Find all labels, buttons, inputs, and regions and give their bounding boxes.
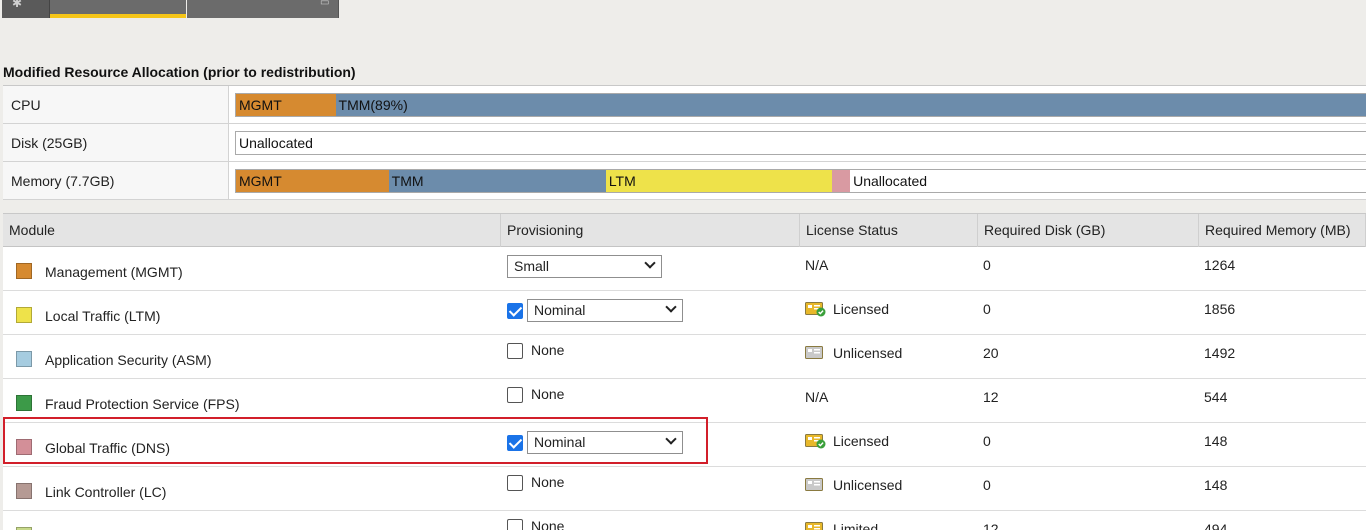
- allocation-row: Disk (25GB) Unallocated: [3, 124, 1366, 162]
- table-header: Module Provisioning License Status Required…: [3, 214, 1366, 247]
- allocation-segment-dns: [832, 170, 851, 192]
- license-text: Unlicensed: [833, 345, 903, 361]
- provisioning-select[interactable]: Nominal: [527, 431, 683, 454]
- required-disk: 0: [983, 257, 991, 273]
- column-header: License Status: [800, 214, 978, 247]
- module-name: Management (MGMT): [45, 264, 183, 280]
- allocation-bar: MGMT TMM LTM Unallocated: [235, 169, 1366, 193]
- module-name: Global Traffic (DNS): [45, 440, 170, 456]
- provision-checkbox[interactable]: [507, 435, 523, 451]
- module-color-swatch: [16, 395, 32, 411]
- allocation-segment-ltm: LTM: [605, 170, 832, 192]
- licensed-icon: [805, 301, 827, 317]
- unlicensed-icon: [805, 345, 827, 361]
- module-color-swatch: [16, 263, 32, 279]
- gear-icon: ✱: [12, 0, 23, 10]
- required-memory: 148: [1204, 433, 1228, 449]
- table-row: Global Traffic (DNS) Nominal Licensed 0 148: [3, 423, 1366, 467]
- allocation-segment-unalloc: Unallocated: [850, 170, 1366, 192]
- allocation-bar: Unallocated: [235, 131, 1366, 155]
- provisioning-select[interactable]: Small: [507, 255, 662, 278]
- required-memory: 544: [1204, 389, 1228, 405]
- table-row: Application Security (ASM) None Unlicensed…: [3, 335, 1366, 379]
- top-tab-strip: ✱ ▭: [0, 0, 340, 18]
- required-disk: 20: [983, 345, 999, 361]
- required-disk: 0: [983, 477, 991, 493]
- license-text: Unlicensed: [833, 477, 903, 493]
- module-name: Link Controller (LC): [45, 484, 167, 500]
- tab-secondary[interactable]: ▭: [187, 0, 339, 18]
- required-memory: 1264: [1204, 257, 1236, 273]
- allocation-segment-mgmt: MGMT: [236, 94, 336, 116]
- unlicensed-icon: [805, 477, 827, 493]
- module-provisioning-table: Module Provisioning License Status Required…: [3, 213, 1366, 530]
- resource-allocation-panel: CPU MGMT TMM(89%) Disk (25GB) Unallocated Mem…: [3, 85, 1366, 200]
- license-text: Licensed: [833, 301, 890, 317]
- column-header: Required Memory (MB): [1199, 214, 1366, 247]
- allocation-row: Memory (7.7GB) MGMT TMM LTM Unallocated: [3, 162, 1366, 200]
- required-memory: 1856: [1204, 301, 1236, 317]
- provisioning-value: None: [531, 518, 565, 530]
- tab-menu-icon: ▭: [320, 0, 330, 8]
- required-memory: 1492: [1204, 345, 1236, 361]
- license-text: Limited: [833, 521, 879, 530]
- licensed-icon: [805, 433, 827, 449]
- required-disk: 0: [983, 301, 991, 317]
- chevron-down-icon: [665, 433, 677, 445]
- provisioning-value: Nominal: [534, 302, 586, 318]
- table-row: Fraud Protection Service (FPS) None N/A 12 5…: [3, 379, 1366, 423]
- module-color-swatch: [16, 307, 32, 323]
- limited-icon: [805, 521, 827, 530]
- provision-checkbox[interactable]: [507, 475, 523, 491]
- provisioning-value: None: [531, 474, 565, 490]
- license-text: N/A: [805, 389, 829, 405]
- column-header: Provisioning: [501, 214, 800, 247]
- module-color-swatch: [16, 483, 32, 499]
- table-row: None Limited 12 494: [3, 511, 1366, 530]
- allocation-label: Disk (25GB): [3, 124, 229, 161]
- table-row: Local Traffic (LTM) Nominal Licensed 0 1856: [3, 291, 1366, 335]
- license-status: N/A: [805, 389, 828, 405]
- license-text: N/A: [805, 257, 829, 273]
- tab-active[interactable]: [50, 0, 186, 18]
- tab-settings[interactable]: ✱: [2, 0, 50, 18]
- allocation-segment-mgmt: MGMT: [236, 170, 389, 192]
- chevron-down-icon: [665, 301, 677, 313]
- column-header: Module: [3, 214, 501, 247]
- required-disk: 0: [983, 433, 991, 449]
- table-row: Link Controller (LC) None Unlicensed 0 148: [3, 467, 1366, 511]
- allocation-segment-tmm: TMM(89%): [335, 94, 1366, 116]
- provision-checkbox[interactable]: [507, 343, 523, 359]
- required-disk: 12: [983, 521, 999, 530]
- allocation-segment-unalloc: Unallocated: [236, 132, 1366, 154]
- allocation-label: Memory (7.7GB): [3, 162, 229, 199]
- allocation-segment-tmm: TMM: [388, 170, 606, 192]
- provisioning-value: Small: [514, 258, 550, 274]
- table-row: Management (MGMT) Small N/A 0 1264: [3, 247, 1366, 291]
- module-name: Local Traffic (LTM): [45, 308, 161, 324]
- license-status: N/A: [805, 257, 828, 273]
- provisioning-value: Nominal: [534, 434, 586, 450]
- allocation-bar: MGMT TMM(89%): [235, 93, 1366, 117]
- module-name: Fraud Protection Service (FPS): [45, 396, 240, 412]
- provisioning-value: None: [531, 386, 565, 402]
- allocation-row: CPU MGMT TMM(89%): [3, 86, 1366, 124]
- required-memory: 494: [1204, 521, 1228, 530]
- module-color-swatch: [16, 439, 32, 455]
- provision-checkbox[interactable]: [507, 303, 523, 319]
- provision-checkbox[interactable]: [507, 387, 523, 403]
- required-disk: 12: [983, 389, 999, 405]
- license-text: Licensed: [833, 433, 890, 449]
- allocation-label: CPU: [3, 86, 229, 123]
- provisioning-value: None: [531, 342, 565, 358]
- column-header: Required Disk (GB): [978, 214, 1199, 247]
- chevron-down-icon: [644, 257, 656, 269]
- section-title: Modified Resource Allocation (prior to r…: [3, 64, 356, 80]
- provisioning-select[interactable]: Nominal: [527, 299, 683, 322]
- required-memory: 148: [1204, 477, 1228, 493]
- module-name: Application Security (ASM): [45, 352, 212, 368]
- provision-checkbox[interactable]: [507, 519, 523, 530]
- module-color-swatch: [16, 351, 32, 367]
